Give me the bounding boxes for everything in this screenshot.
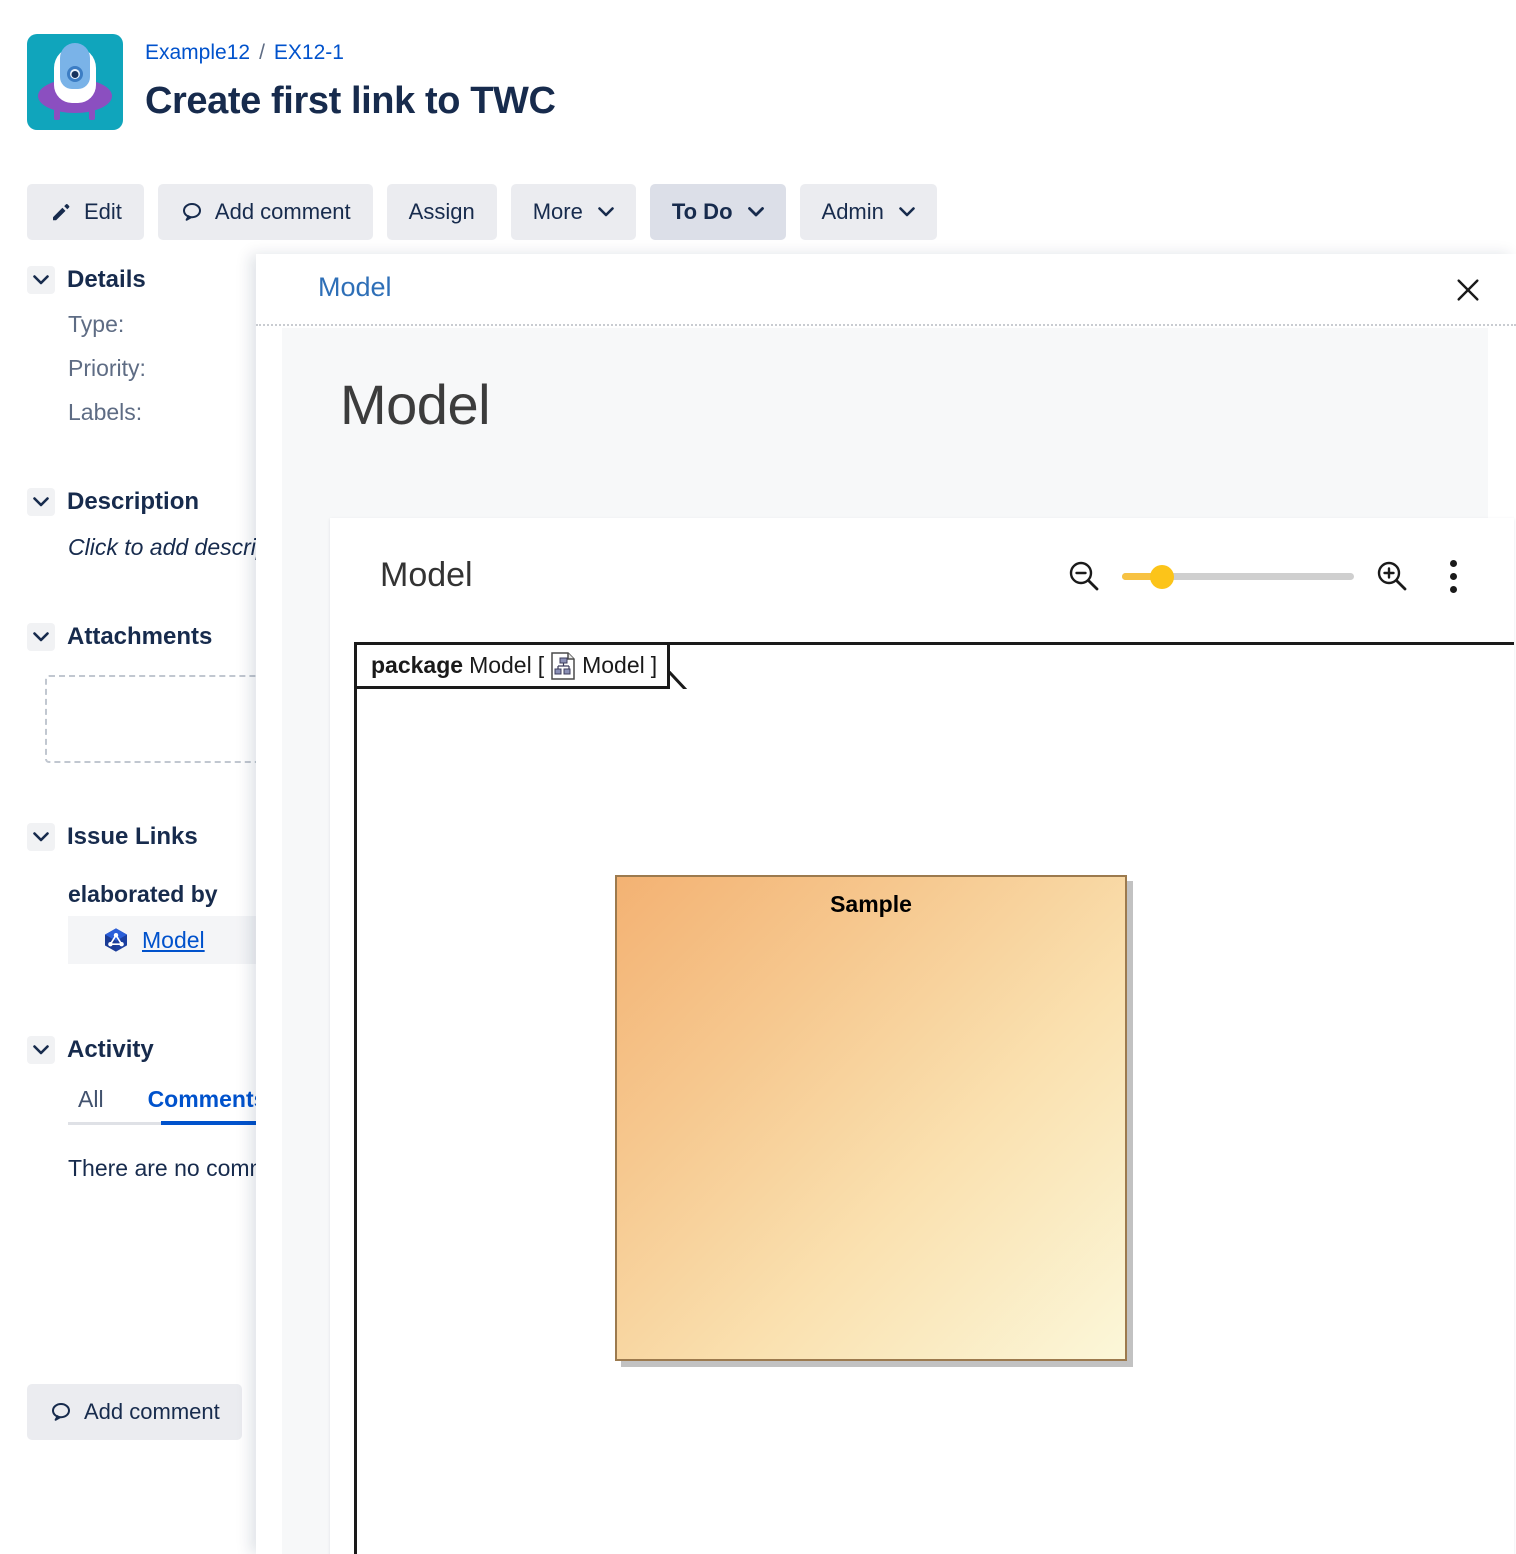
kebab-dot xyxy=(1449,572,1457,580)
comment-icon xyxy=(180,200,204,224)
dialog-topbar: Model xyxy=(256,254,1516,326)
ufo-leg-right-shape xyxy=(89,104,95,120)
zoom-in-icon[interactable] xyxy=(1366,550,1418,602)
activity-section-title: Activity xyxy=(67,1036,154,1063)
more-options-icon[interactable] xyxy=(1430,550,1476,602)
diagram-viewer-title: Model xyxy=(380,556,473,594)
bracket-close: ] xyxy=(650,652,658,678)
comment-icon xyxy=(49,1400,73,1424)
cube-icon xyxy=(102,926,130,954)
dialog-tab-model[interactable]: Model xyxy=(318,272,392,303)
chevron-down-icon[interactable] xyxy=(27,1036,55,1064)
chevron-down-icon[interactable] xyxy=(27,266,55,294)
issue-header: Example12 / EX12-1 Create first link to … xyxy=(27,34,556,130)
kebab-dot xyxy=(1449,559,1457,567)
admin-menu-button[interactable]: Admin xyxy=(799,184,937,240)
close-icon[interactable] xyxy=(1448,270,1488,310)
diagram-type-icon xyxy=(550,651,576,680)
breadcrumb: Example12 / EX12-1 xyxy=(145,40,556,66)
package-keyword: package xyxy=(371,652,464,678)
diagram-block-sample[interactable]: Sample xyxy=(615,875,1127,1361)
chevron-down-icon xyxy=(598,207,614,217)
assign-button-label: Assign xyxy=(408,199,475,224)
package-frame: package Model [Model] Sample xyxy=(354,642,1514,1554)
breadcrumb-project-link[interactable]: Example12 xyxy=(145,40,250,66)
kebab-dot xyxy=(1449,585,1457,593)
add-comment-button-label: Add comment xyxy=(214,199,351,224)
assign-button[interactable]: Assign xyxy=(386,184,497,240)
edit-button-label: Edit xyxy=(84,199,122,224)
more-button-label: More xyxy=(532,199,583,224)
more-menu-button[interactable]: More xyxy=(510,184,636,240)
dialog-body: Model Model package Model [Model] Samp… xyxy=(282,328,1514,1554)
document-title: Model xyxy=(340,373,491,436)
add-comment-button-bottom[interactable]: Add comment xyxy=(27,1384,242,1440)
issue-links-section-title: Issue Links xyxy=(67,823,198,850)
header-text-block: Example12 / EX12-1 Create first link to … xyxy=(145,34,556,124)
pencil-icon xyxy=(49,200,73,224)
details-section-title: Details xyxy=(67,266,146,293)
zoom-slider-thumb[interactable] xyxy=(1150,565,1174,589)
add-comment-bottom-label: Add comment xyxy=(84,1399,220,1424)
tab-all[interactable]: All xyxy=(68,1086,114,1125)
ufo-project-avatar-icon xyxy=(27,34,123,130)
issue-action-toolbar: Edit Add comment Assign More To Do Admin xyxy=(27,184,937,240)
chevron-down-icon[interactable] xyxy=(27,623,55,651)
diagram-viewer-panel: Model package Model [Model] Sample xyxy=(330,518,1514,1554)
chevron-down-icon xyxy=(899,207,915,217)
bracket-open: [ xyxy=(537,652,545,678)
ufo-pupil-shape xyxy=(71,71,79,78)
attachments-section-title: Attachments xyxy=(67,623,213,650)
diagram-viewer-toolbar: Model xyxy=(330,518,1514,638)
zoom-out-icon[interactable] xyxy=(1058,550,1110,602)
add-comment-button[interactable]: Add comment xyxy=(157,184,373,240)
chevron-down-icon[interactable] xyxy=(27,823,55,851)
admin-button-label: Admin xyxy=(821,199,884,224)
description-section-title: Description xyxy=(67,488,200,515)
diagram-canvas[interactable]: package Model [Model] Sample xyxy=(330,638,1514,1554)
status-dropdown-button[interactable]: To Do xyxy=(649,184,786,240)
diagram-name: Model xyxy=(582,652,645,678)
page-title: Create first link to TWC xyxy=(145,80,556,122)
breadcrumb-issue-link[interactable]: EX12-1 xyxy=(274,40,344,66)
model-preview-dialog: Model Model Model package Model [Model … xyxy=(256,254,1516,1554)
package-name: Model xyxy=(469,652,532,678)
status-button-label: To Do xyxy=(671,199,733,224)
breadcrumb-separator: / xyxy=(259,41,265,64)
edit-button[interactable]: Edit xyxy=(27,184,144,240)
diagram-block-label: Sample xyxy=(830,891,912,917)
ufo-leg-left-shape xyxy=(54,104,60,120)
chevron-down-icon xyxy=(747,207,764,217)
zoom-slider[interactable] xyxy=(1122,550,1354,602)
package-tab-corner xyxy=(670,645,700,689)
package-frame-tab: package Model [Model] xyxy=(357,645,671,689)
zoom-controls xyxy=(1058,550,1476,602)
chevron-down-icon[interactable] xyxy=(27,488,55,516)
issue-link-model[interactable]: Model xyxy=(142,927,205,954)
